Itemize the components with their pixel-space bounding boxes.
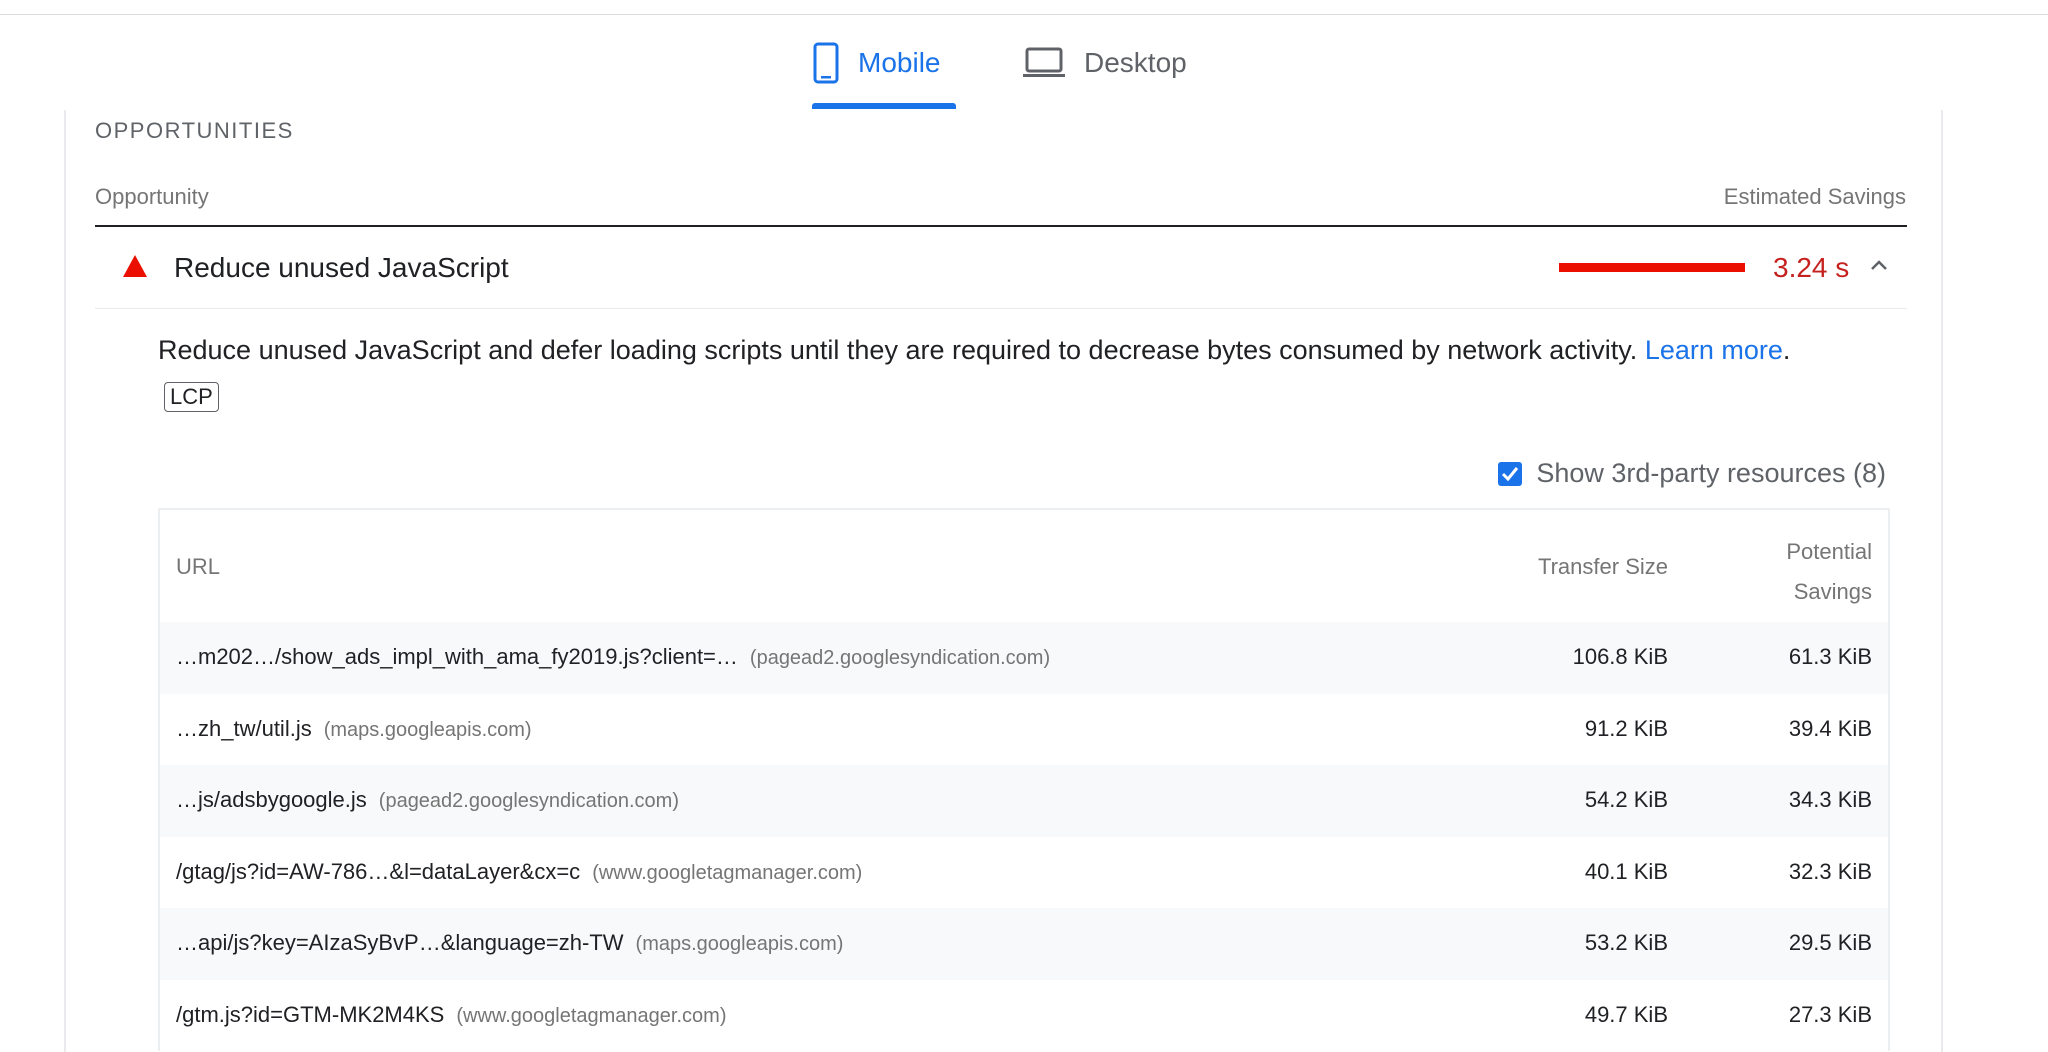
- resource-host: (maps.googleapis.com): [323, 718, 532, 741]
- third-party-label: Show 3rd-party resources (8): [1536, 458, 1886, 488]
- potential-savings: 32.3 KiB: [1788, 858, 1872, 884]
- device-tabs: Mobile Desktop: [0, 15, 2048, 110]
- column-header-transfer-size: Transfer Size: [1537, 554, 1668, 579]
- transfer-size: 40.1 KiB: [1584, 858, 1668, 884]
- resource-host: (maps.googleapis.com): [635, 933, 844, 955]
- laptop-icon: [1022, 46, 1066, 80]
- tab-desktop[interactable]: Desktop: [1022, 15, 1202, 110]
- resource-host: (pagead2.googlesyndication.com): [749, 647, 1051, 669]
- potential-savings: 61.3 KiB: [1788, 644, 1872, 669]
- learn-more-link[interactable]: Learn more: [1645, 335, 1783, 365]
- resource-url[interactable]: …m202…/show_ads_impl_with_ama_fy2019.js?…: [176, 644, 1050, 670]
- savings-value: 3.24 s: [1773, 252, 1850, 283]
- transfer-size: 91.2 KiB: [1584, 715, 1668, 741]
- chevron-up-icon[interactable]: [1869, 258, 1889, 277]
- checkbox[interactable]: [1498, 461, 1523, 486]
- resource-host: (www.googletagmanager.com): [592, 861, 863, 884]
- tab-desktop-label: Desktop: [1084, 46, 1187, 78]
- table-row: …zh_tw/util.js (maps.googleapis.com) 91.2…: [160, 694, 1888, 766]
- resource-host: (pagead2.googlesyndication.com): [378, 790, 679, 812]
- table-header: URL Transfer Size Potential Savings: [160, 510, 1888, 622]
- resource-url[interactable]: …js/adsbygoogle.js (pagead2.googlesyndica…: [176, 787, 679, 813]
- resource-url[interactable]: /gtm.js?id=GTM-MK2M4KS (www.googletagmana…: [176, 1002, 726, 1028]
- potential-savings: 29.5 KiB: [1788, 930, 1872, 955]
- resources-table: URL Transfer Size Potential Savings …m20…: [158, 508, 1890, 1051]
- potential-savings: 39.4 KiB: [1788, 715, 1872, 741]
- audit-row-unused-javascript[interactable]: Reduce unused JavaScript 3.24 s: [95, 228, 1907, 308]
- table-row: /gtag/js?id=AW-786…&l=dataLayer&cx=c (www…: [160, 837, 1888, 909]
- resource-host: (www.googletagmanager.com): [456, 1004, 727, 1027]
- section-title: OPPORTUNITIES: [95, 118, 294, 143]
- resource-url[interactable]: …zh_tw/util.js (maps.googleapis.com): [176, 716, 532, 742]
- table-row: …api/js?key=AIzaSyBvP…&language=zh-TW (ma…: [160, 908, 1888, 980]
- description-period: .: [1782, 335, 1791, 365]
- header-divider: [95, 225, 1907, 227]
- transfer-size: 49.7 KiB: [1584, 1001, 1668, 1027]
- audit-description-text: Reduce unused JavaScript and defer loadi…: [158, 335, 1638, 365]
- column-header-potential-savings: Potential Savings: [1762, 532, 1872, 612]
- potential-savings: 27.3 KiB: [1788, 1001, 1872, 1027]
- third-party-toggle[interactable]: Show 3rd-party resources (8): [1498, 458, 1886, 489]
- potential-savings-label: Potential Savings: [1786, 539, 1872, 604]
- warning-triangle-icon: [122, 254, 148, 283]
- checkmark-icon: [1502, 466, 1519, 481]
- tab-mobile[interactable]: Mobile: [812, 15, 956, 110]
- audit-divider: [95, 308, 1907, 309]
- table-row: /gtm.js?id=GTM-MK2M4KS (www.googletagmana…: [160, 980, 1888, 1052]
- smartphone-icon: [812, 42, 840, 84]
- transfer-size: 53.2 KiB: [1584, 930, 1668, 955]
- metric-badge-lcp: LCP: [164, 382, 219, 412]
- table-row: …m202…/show_ads_impl_with_ama_fy2019.js?…: [160, 622, 1888, 694]
- audit-title: Reduce unused JavaScript: [174, 252, 509, 283]
- resource-url[interactable]: …api/js?key=AIzaSyBvP…&language=zh-TW (ma…: [176, 930, 843, 956]
- column-header-opportunity: Opportunity: [95, 184, 209, 209]
- potential-savings: 34.3 KiB: [1788, 787, 1872, 812]
- resource-url[interactable]: /gtag/js?id=AW-786…&l=dataLayer&cx=c (www…: [176, 859, 862, 885]
- column-header-savings: Estimated Savings: [1723, 184, 1906, 209]
- transfer-size: 106.8 KiB: [1572, 644, 1668, 669]
- transfer-size: 54.2 KiB: [1584, 787, 1668, 812]
- tab-mobile-label: Mobile: [858, 46, 941, 78]
- audit-description: Reduce unused JavaScript and defer loadi…: [158, 332, 1898, 368]
- column-header-url: URL: [176, 554, 221, 579]
- active-tab-indicator: [812, 103, 956, 109]
- table-row: …js/adsbygoogle.js (pagead2.googlesyndica…: [160, 765, 1888, 837]
- savings-bar: [1559, 263, 1745, 272]
